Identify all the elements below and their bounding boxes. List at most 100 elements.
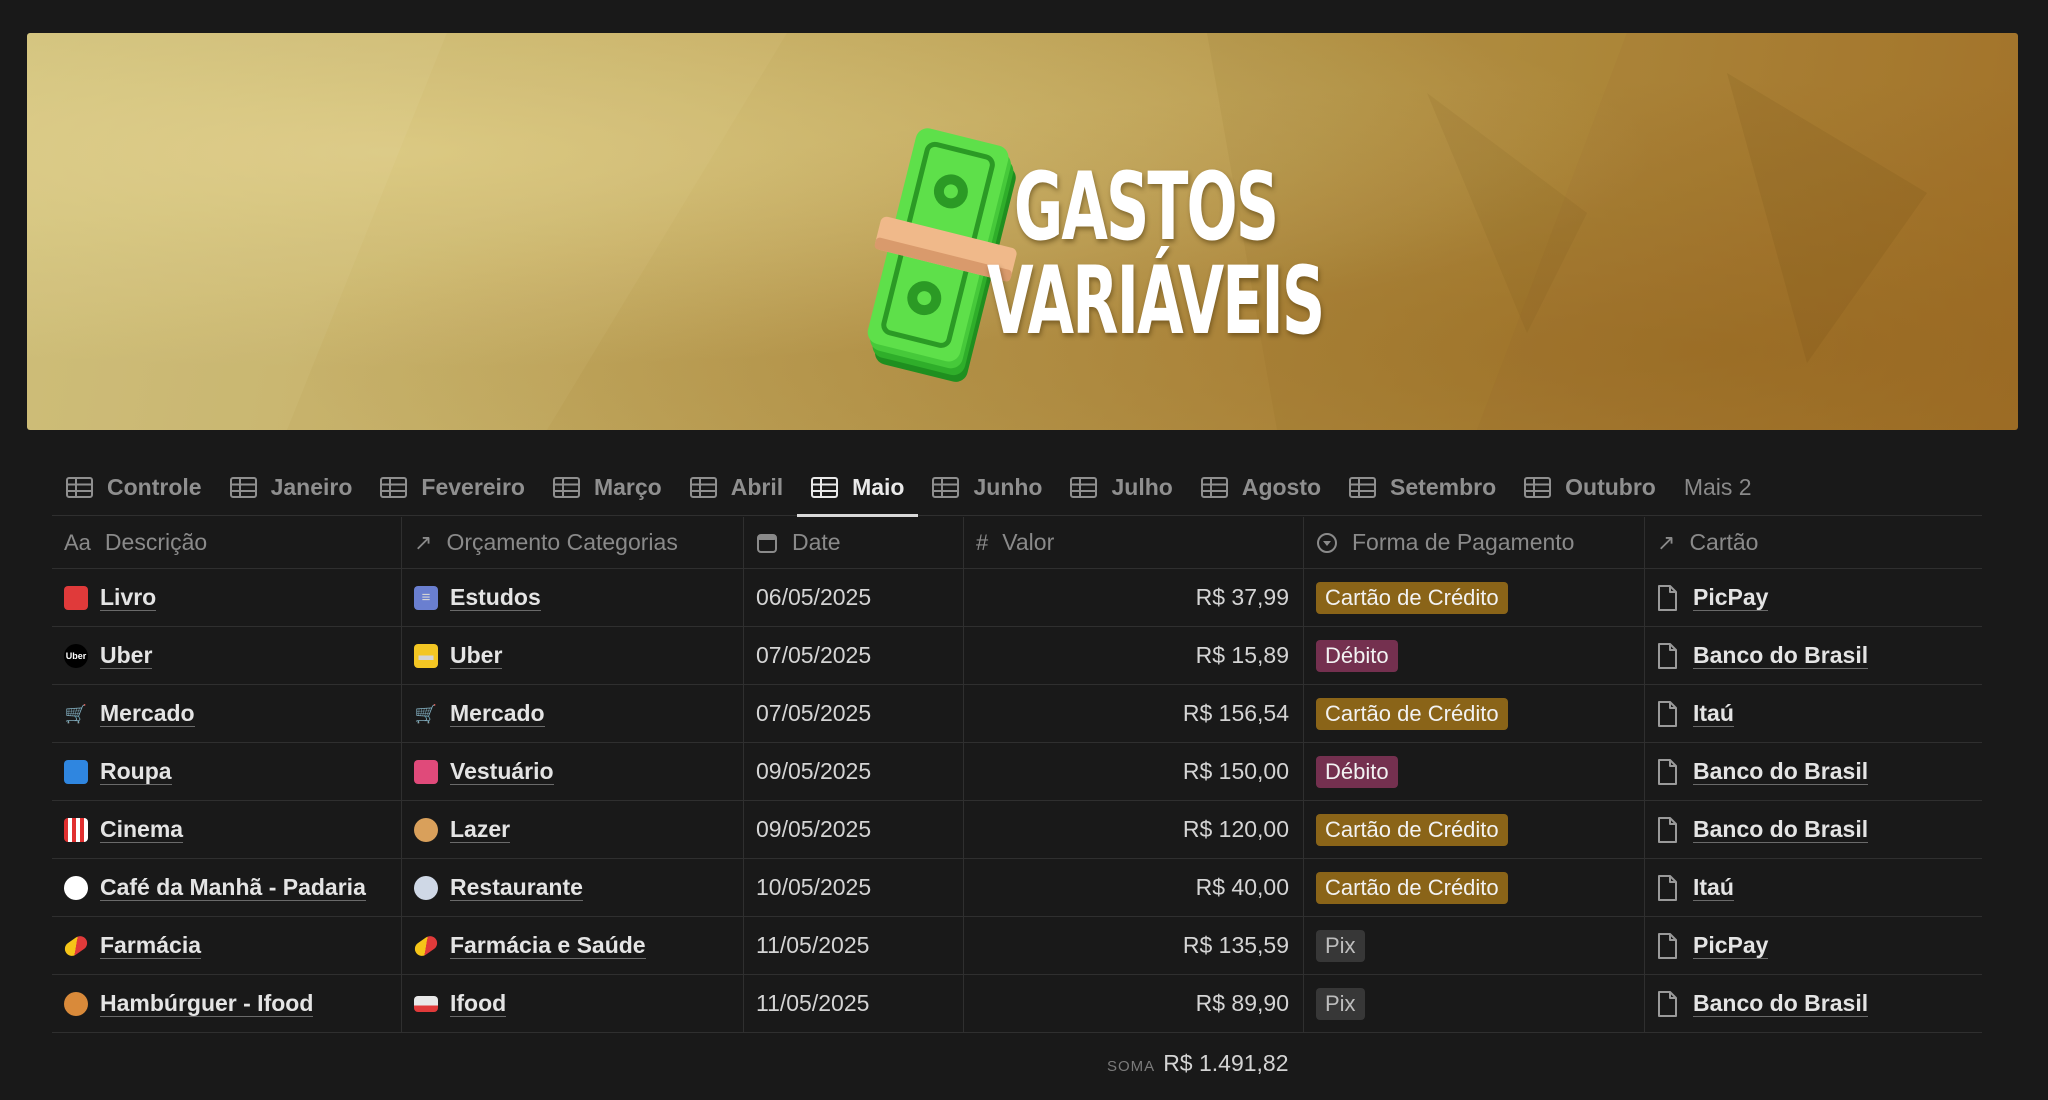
cell-date[interactable]: 09/05/2025: [744, 743, 964, 800]
cell-orcamento-categoria[interactable]: ≡ Estudos: [402, 569, 744, 626]
cartao-link[interactable]: PicPay: [1693, 932, 1769, 959]
cell-valor[interactable]: R$ 89,90: [964, 975, 1304, 1032]
table-row[interactable]: Roupa Vestuário 09/05/2025 R$ 150,00 Débito B…: [52, 743, 1982, 801]
table-row[interactable]: Hambúrguer - Ifood Ifood 11/05/2025 R$ 89,9…: [52, 975, 1982, 1033]
categoria-link[interactable]: Estudos: [450, 584, 541, 611]
cell-cartao[interactable]: Banco do Brasil: [1645, 801, 1982, 858]
cell-cartao[interactable]: Banco do Brasil: [1645, 743, 1982, 800]
column-header-orcamento[interactable]: ↗ Orçamento Categorias: [402, 517, 744, 568]
tab-controle[interactable]: Controle: [52, 458, 216, 516]
cell-date[interactable]: 11/05/2025: [744, 975, 964, 1032]
cell-descricao[interactable]: Livro: [52, 569, 402, 626]
cell-descricao[interactable]: Uber Uber: [52, 627, 402, 684]
tab-agosto[interactable]: Agosto: [1187, 458, 1335, 516]
cell-orcamento-categoria[interactable]: 🛒 Mercado: [402, 685, 744, 742]
cell-forma-pagamento[interactable]: Cartão de Crédito: [1304, 801, 1645, 858]
cell-valor[interactable]: R$ 150,00: [964, 743, 1304, 800]
cartao-link[interactable]: Banco do Brasil: [1693, 990, 1869, 1017]
descricao-link[interactable]: Cinema: [100, 816, 184, 843]
categoria-link[interactable]: Ifood: [450, 990, 507, 1017]
cell-cartao[interactable]: PicPay: [1645, 569, 1982, 626]
cell-descricao[interactable]: Café da Manhã - Padaria: [52, 859, 402, 916]
cell-cartao[interactable]: PicPay: [1645, 917, 1982, 974]
column-header-descricao[interactable]: Aa Descrição: [52, 517, 402, 568]
cell-forma-pagamento[interactable]: Débito: [1304, 627, 1645, 684]
categoria-link[interactable]: Restaurante: [450, 874, 583, 901]
cell-date[interactable]: 06/05/2025: [744, 569, 964, 626]
cell-forma-pagamento[interactable]: Débito: [1304, 743, 1645, 800]
descricao-link[interactable]: Mercado: [100, 700, 195, 727]
categoria-link[interactable]: Uber: [450, 642, 503, 669]
valor-sum[interactable]: SOMA R$ 1.491,82: [1107, 1050, 1289, 1077]
cartao-link[interactable]: Itaú: [1693, 874, 1734, 901]
cell-date[interactable]: 07/05/2025: [744, 627, 964, 684]
cell-date[interactable]: 09/05/2025: [744, 801, 964, 858]
cartao-link[interactable]: Banco do Brasil: [1693, 758, 1869, 785]
column-header-forma[interactable]: Forma de Pagamento: [1304, 517, 1645, 568]
cell-valor[interactable]: R$ 120,00: [964, 801, 1304, 858]
descricao-link[interactable]: Roupa: [100, 758, 172, 785]
cell-descricao[interactable]: Cinema: [52, 801, 402, 858]
tab-julho[interactable]: Julho: [1056, 458, 1186, 516]
table-row[interactable]: Cinema Lazer 09/05/2025 R$ 120,00 Cartão de …: [52, 801, 1982, 859]
table-row[interactable]: Uber Uber ▬ Uber 07/05/2025 R$ 15,89 Débito Ban…: [52, 627, 1982, 685]
cell-valor[interactable]: R$ 37,99: [964, 569, 1304, 626]
cartao-link[interactable]: PicPay: [1693, 584, 1769, 611]
tab-setembro[interactable]: Setembro: [1335, 458, 1510, 516]
table-row[interactable]: Livro ≡ Estudos 06/05/2025 R$ 37,99 Cartão de…: [52, 569, 1982, 627]
cell-cartao[interactable]: Itaú: [1645, 859, 1982, 916]
cell-cartao[interactable]: Banco do Brasil: [1645, 627, 1982, 684]
column-header-date[interactable]: Date: [744, 517, 964, 568]
cell-valor[interactable]: R$ 40,00: [964, 859, 1304, 916]
categoria-link[interactable]: Mercado: [450, 700, 545, 727]
cell-descricao[interactable]: Roupa: [52, 743, 402, 800]
cell-valor[interactable]: R$ 156,54: [964, 685, 1304, 742]
categoria-link[interactable]: Vestuário: [450, 758, 554, 785]
cell-valor[interactable]: R$ 135,59: [964, 917, 1304, 974]
cell-orcamento-categoria[interactable]: Lazer: [402, 801, 744, 858]
cell-forma-pagamento[interactable]: Pix: [1304, 917, 1645, 974]
cell-valor[interactable]: R$ 15,89: [964, 627, 1304, 684]
cell-date[interactable]: 11/05/2025: [744, 917, 964, 974]
cell-orcamento-categoria[interactable]: Farmácia e Saúde: [402, 917, 744, 974]
cell-orcamento-categoria[interactable]: ▬ Uber: [402, 627, 744, 684]
page-cover[interactable]: GASTOS VARIÁVEIS: [27, 33, 2018, 430]
column-header-valor[interactable]: # Valor: [964, 517, 1304, 568]
cell-forma-pagamento[interactable]: Cartão de Crédito: [1304, 685, 1645, 742]
descricao-link[interactable]: Farmácia: [100, 932, 202, 959]
cartao-link[interactable]: Banco do Brasil: [1693, 642, 1869, 669]
cell-forma-pagamento[interactable]: Cartão de Crédito: [1304, 569, 1645, 626]
cell-cartao[interactable]: Banco do Brasil: [1645, 975, 1982, 1032]
categoria-link[interactable]: Farmácia e Saúde: [450, 932, 646, 959]
cell-date[interactable]: 07/05/2025: [744, 685, 964, 742]
cell-orcamento-categoria[interactable]: Vestuário: [402, 743, 744, 800]
tab-marco[interactable]: Março: [539, 458, 676, 516]
cell-date[interactable]: 10/05/2025: [744, 859, 964, 916]
cartao-link[interactable]: Banco do Brasil: [1693, 816, 1869, 843]
cell-orcamento-categoria[interactable]: Ifood: [402, 975, 744, 1032]
tab-abril[interactable]: Abril: [676, 458, 797, 516]
categoria-link[interactable]: Lazer: [450, 816, 511, 843]
tab-more-button[interactable]: Mais 2: [1670, 458, 1766, 516]
descricao-link[interactable]: Livro: [100, 584, 157, 611]
cell-descricao[interactable]: Farmácia: [52, 917, 402, 974]
table-row[interactable]: 🛒 Mercado 🛒 Mercado 07/05/2025 R$ 156,54 Cartã…: [52, 685, 1982, 743]
tab-outubro[interactable]: Outubro: [1510, 458, 1670, 516]
descricao-link[interactable]: Uber: [100, 642, 153, 669]
cell-descricao[interactable]: 🛒 Mercado: [52, 685, 402, 742]
cell-forma-pagamento[interactable]: Cartão de Crédito: [1304, 859, 1645, 916]
tab-fevereiro[interactable]: Fevereiro: [366, 458, 539, 516]
descricao-link[interactable]: Hambúrguer - Ifood: [100, 990, 314, 1017]
cell-orcamento-categoria[interactable]: Restaurante: [402, 859, 744, 916]
column-header-cartao[interactable]: ↗ Cartão: [1645, 517, 1982, 568]
tab-junho[interactable]: Junho: [918, 458, 1056, 516]
cell-descricao[interactable]: Hambúrguer - Ifood: [52, 975, 402, 1032]
tab-maio[interactable]: Maio: [797, 458, 919, 517]
descricao-link[interactable]: Café da Manhã - Padaria: [100, 874, 366, 901]
cartao-link[interactable]: Itaú: [1693, 700, 1734, 727]
table-row[interactable]: Café da Manhã - Padaria Restaurante 10/05/…: [52, 859, 1982, 917]
table-row[interactable]: Farmácia Farmácia e Saúde 11/05/2025 R$ 135…: [52, 917, 1982, 975]
cell-cartao[interactable]: Itaú: [1645, 685, 1982, 742]
cell-forma-pagamento[interactable]: Pix: [1304, 975, 1645, 1032]
tab-janeiro[interactable]: Janeiro: [216, 458, 367, 516]
